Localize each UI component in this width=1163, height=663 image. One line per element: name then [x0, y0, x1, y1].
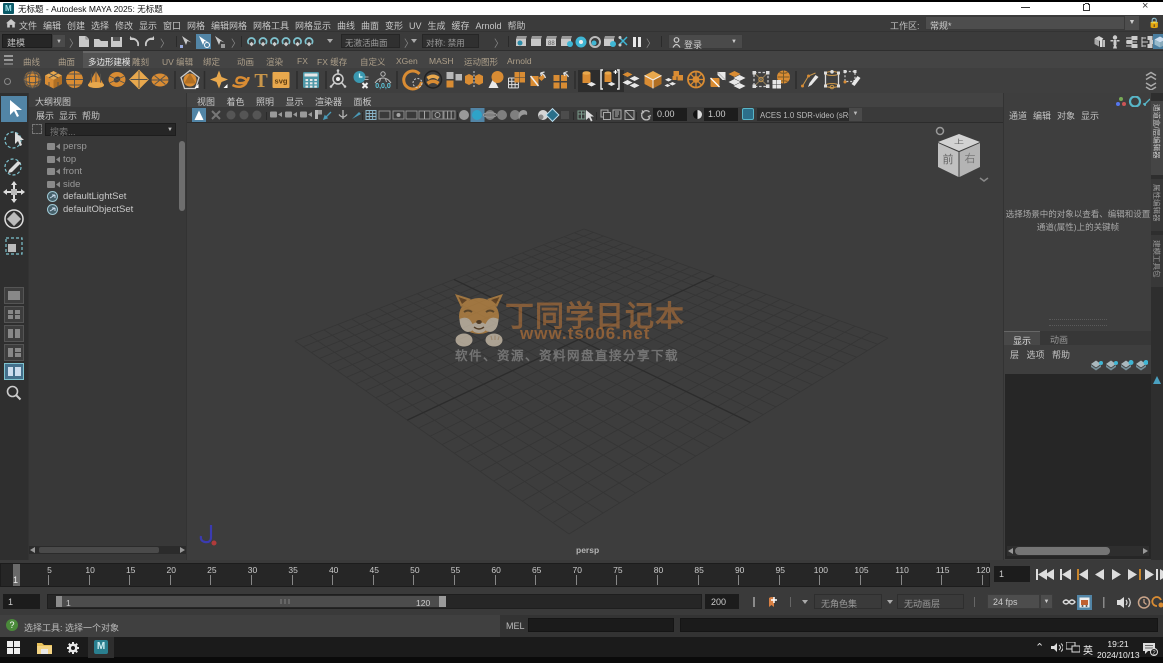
svg-text:svg: svg	[275, 77, 288, 86]
svg-text:前: 前	[943, 152, 954, 166]
svg-text:0,0,0: 0,0,0	[375, 83, 391, 90]
svg-text:上: 上	[954, 139, 964, 146]
svg-text:88: 88	[548, 41, 555, 47]
svg-text:T: T	[254, 70, 268, 92]
svg-text:右: 右	[965, 151, 976, 165]
